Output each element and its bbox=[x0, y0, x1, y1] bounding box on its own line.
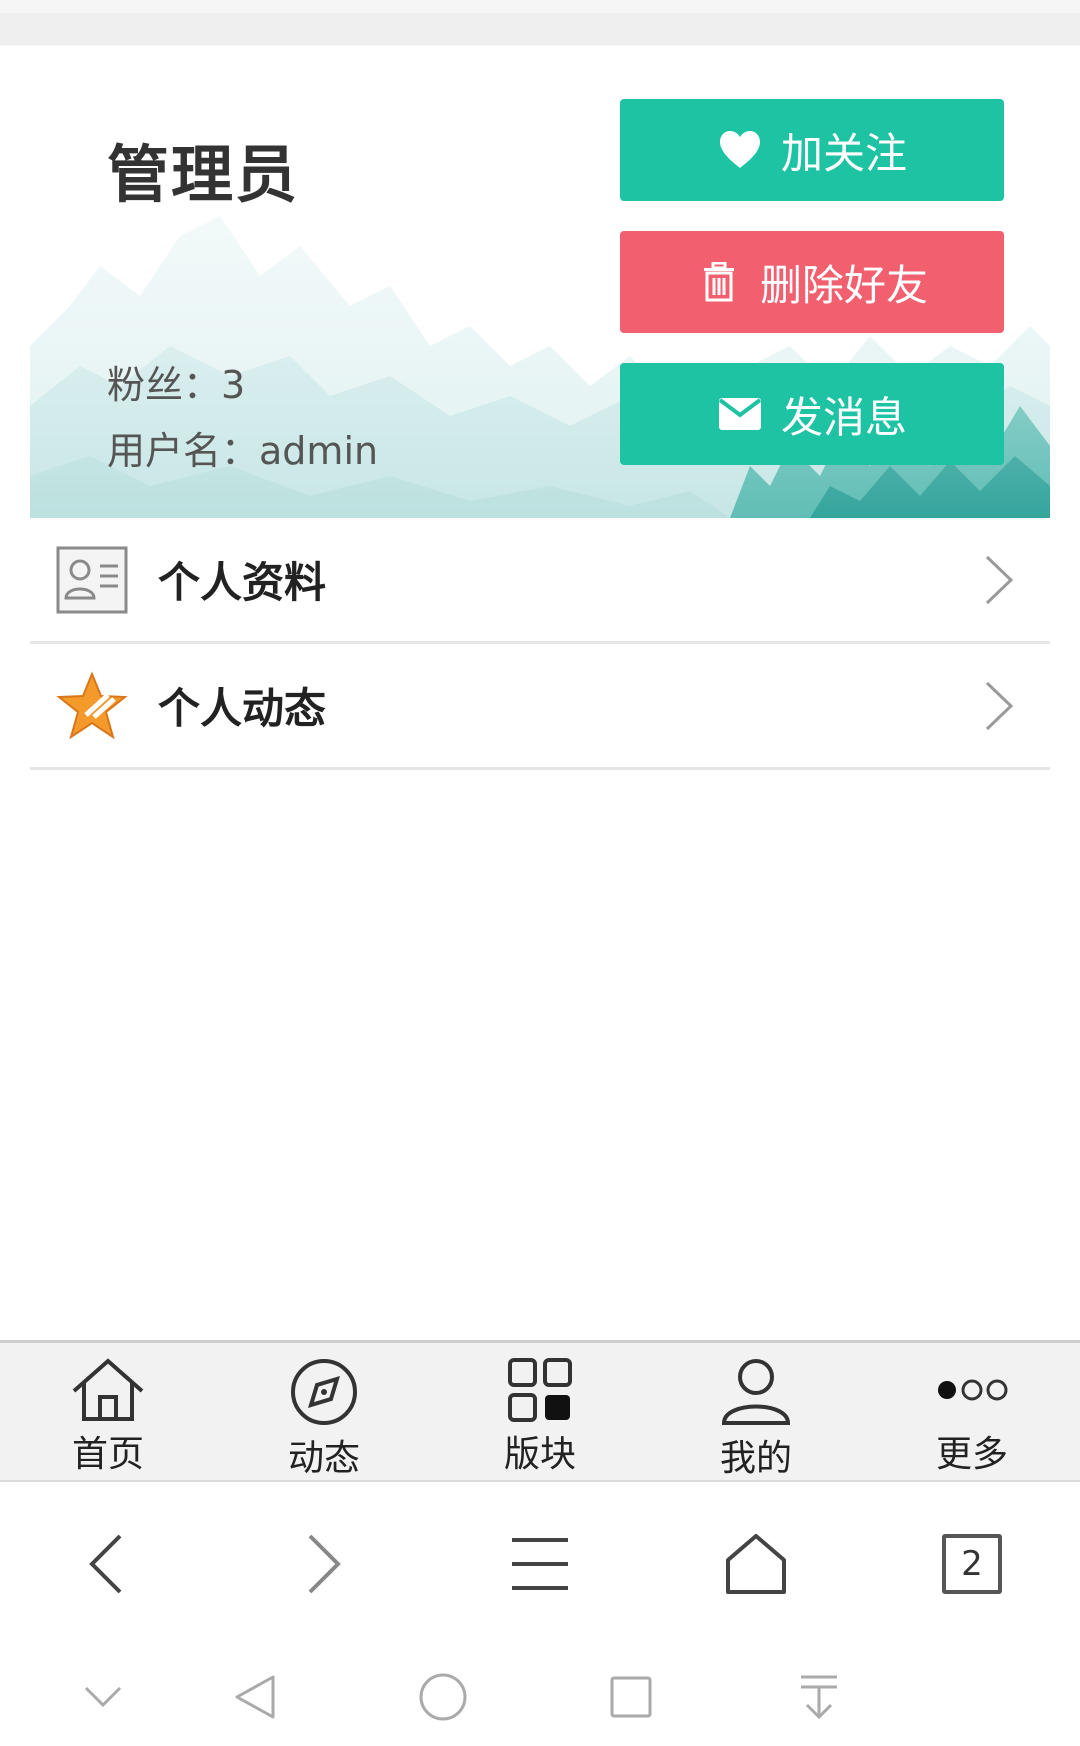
circle-home-icon bbox=[419, 1673, 467, 1721]
browser-forward-button[interactable] bbox=[284, 1524, 364, 1604]
chevron-left-icon bbox=[89, 1534, 122, 1594]
triangle-back-icon bbox=[235, 1675, 275, 1719]
envelope-icon bbox=[717, 391, 763, 437]
chevron-down-icon bbox=[84, 1686, 122, 1708]
tab-boards[interactable]: 版块 bbox=[460, 1357, 620, 1477]
send-message-label: 发消息 bbox=[780, 392, 907, 442]
fans-label: 粉丝： bbox=[107, 363, 222, 407]
browser-toolbar: 2 bbox=[0, 1482, 1080, 1642]
home-icon bbox=[68, 1357, 148, 1423]
tab-home[interactable]: 首页 bbox=[28, 1357, 188, 1477]
trash-icon bbox=[696, 259, 742, 305]
page: 管理员 粉丝：3 用户名：admin 加关注 删除好友 发消息 个人资料 个人动… bbox=[0, 0, 1080, 1746]
fans-value: 3 bbox=[221, 363, 246, 407]
delete-friend-button[interactable]: 删除好友 bbox=[620, 231, 1004, 333]
top-divider bbox=[0, 13, 1080, 45]
chevron-right-icon bbox=[308, 1534, 341, 1594]
tab-more[interactable]: 更多 bbox=[892, 1357, 1052, 1477]
fans-count: 粉丝：3 bbox=[107, 354, 245, 409]
browser-tabs-button[interactable]: 2 bbox=[932, 1524, 1012, 1604]
bottom-tab-bar: 首页 动态 版块 我的 更多 bbox=[0, 1340, 1080, 1482]
menu-item-label: 个人资料 bbox=[158, 558, 327, 607]
tab-label: 动态 bbox=[287, 1438, 360, 1479]
username-label: 用户名： bbox=[107, 429, 260, 473]
chevron-right-icon bbox=[985, 555, 1014, 605]
tab-label: 更多 bbox=[935, 1434, 1008, 1475]
profile-card-icon bbox=[54, 542, 130, 618]
menu-icon bbox=[512, 1538, 568, 1590]
system-back-button[interactable] bbox=[220, 1662, 290, 1732]
collapse-button[interactable] bbox=[68, 1662, 138, 1732]
profile-header: 管理员 粉丝：3 用户名：admin 加关注 删除好友 发消息 bbox=[30, 46, 1050, 518]
heart-icon bbox=[717, 127, 763, 173]
browser-menu-button[interactable] bbox=[500, 1524, 580, 1604]
menu-item-label: 个人动态 bbox=[158, 684, 327, 733]
star-icon bbox=[54, 668, 130, 744]
more-dots-icon bbox=[932, 1357, 1012, 1423]
tab-mine[interactable]: 我的 bbox=[676, 1357, 836, 1479]
delete-friend-label: 删除好友 bbox=[759, 260, 928, 310]
system-nav-bar bbox=[0, 1642, 1080, 1746]
tab-label: 首页 bbox=[71, 1434, 144, 1475]
user-icon bbox=[716, 1357, 796, 1427]
pull-down-icon bbox=[801, 1675, 837, 1720]
username: 用户名：admin bbox=[107, 420, 378, 475]
tab-label: 版块 bbox=[503, 1434, 576, 1475]
menu-item-personal-feed[interactable]: 个人动态 bbox=[30, 644, 1050, 770]
browser-back-button[interactable] bbox=[66, 1524, 146, 1604]
user-display-name: 管理员 bbox=[107, 138, 300, 211]
username-value: admin bbox=[259, 429, 379, 473]
send-message-button[interactable]: 发消息 bbox=[620, 363, 1004, 465]
square-recents-icon bbox=[610, 1676, 652, 1718]
browser-home-button[interactable] bbox=[716, 1524, 796, 1604]
follow-button[interactable]: 加关注 bbox=[620, 99, 1004, 201]
tab-count-badge: 2 bbox=[942, 1534, 1002, 1594]
compass-icon bbox=[284, 1357, 364, 1427]
notification-pull-button[interactable] bbox=[784, 1662, 854, 1732]
menu-item-personal-info[interactable]: 个人资料 bbox=[30, 518, 1050, 644]
house-outline-icon bbox=[726, 1534, 786, 1594]
system-home-button[interactable] bbox=[408, 1662, 478, 1732]
grid-icon bbox=[500, 1357, 580, 1423]
tab-label: 我的 bbox=[719, 1438, 792, 1479]
chevron-right-icon bbox=[985, 681, 1014, 731]
tab-feed[interactable]: 动态 bbox=[244, 1357, 404, 1479]
follow-label: 加关注 bbox=[780, 128, 907, 178]
system-recents-button[interactable] bbox=[596, 1662, 666, 1732]
